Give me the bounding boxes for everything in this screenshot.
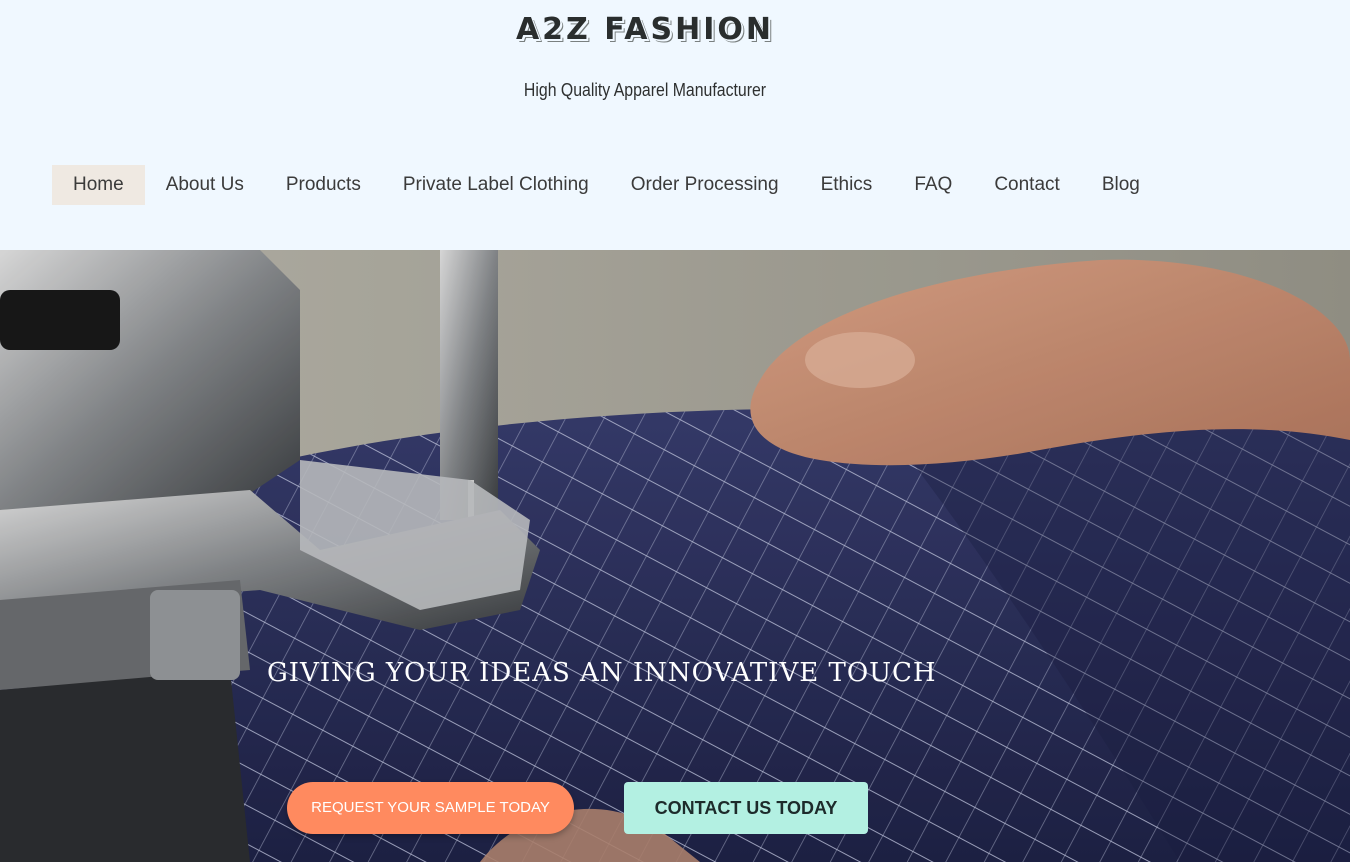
nav-item-private-label-clothing[interactable]: Private Label Clothing [382, 165, 610, 205]
nav-item-ethics[interactable]: Ethics [800, 165, 894, 205]
site-tagline: High Quality Apparel Manufacturer [523, 80, 767, 100]
hero-sewing-image [0, 250, 1350, 862]
hero-section [0, 250, 1350, 862]
brand-logo[interactable]: A2Z FASHION [0, 12, 1290, 47]
nav-item-contact[interactable]: Contact [973, 165, 1080, 205]
nav-item-blog[interactable]: Blog [1081, 165, 1161, 205]
nav-item-order-processing[interactable]: Order Processing [610, 165, 800, 205]
contact-us-button[interactable]: CONTACT US TODAY [624, 782, 868, 834]
nav-item-products[interactable]: Products [265, 165, 382, 205]
nav-item-faq[interactable]: FAQ [893, 165, 973, 205]
main-nav: Home About Us Products Private Label Clo… [52, 165, 1161, 205]
nav-item-about-us[interactable]: About Us [145, 165, 265, 205]
request-sample-button[interactable]: REQUEST YOUR SAMPLE TODAY [287, 782, 574, 834]
nav-item-home[interactable]: Home [52, 165, 145, 205]
hero-headline: GIVING YOUR IDEAS AN INNOVATIVE TOUCH [267, 658, 937, 688]
site-header: A2Z FASHION High Quality Apparel Manufac… [0, 0, 1350, 250]
